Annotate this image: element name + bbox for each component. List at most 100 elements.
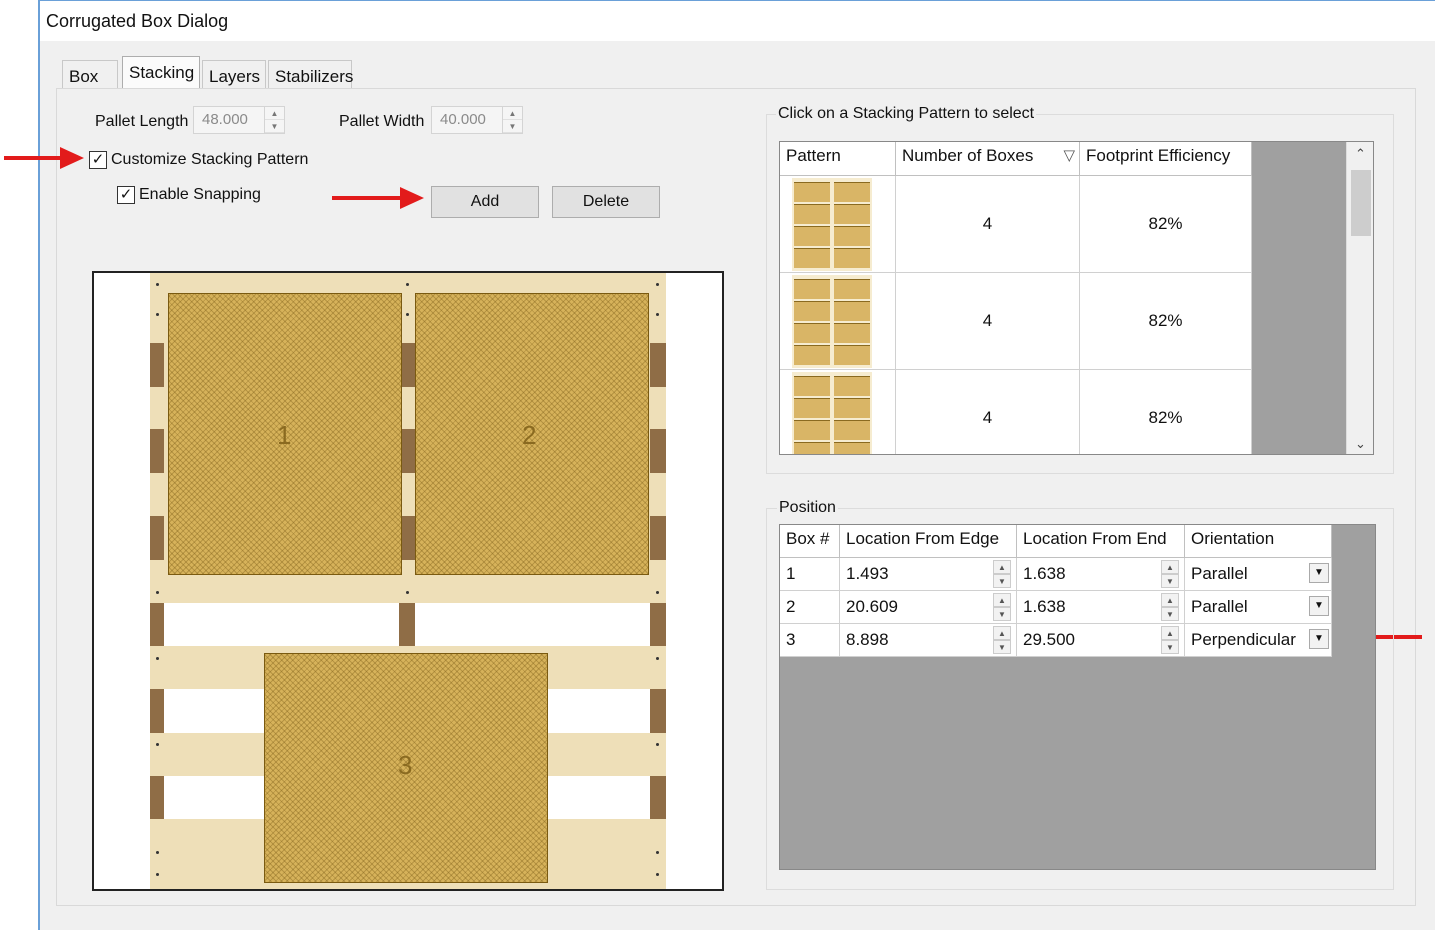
- check-icon: ✓: [119, 186, 133, 203]
- location-from-end-column-header[interactable]: Location From End: [1017, 525, 1185, 558]
- efficiency-cell[interactable]: 82%: [1080, 370, 1252, 454]
- snapping-label: Enable Snapping: [139, 186, 261, 203]
- nail: [656, 283, 659, 286]
- nail: [656, 591, 659, 594]
- tab-box[interactable]: Box: [62, 60, 118, 90]
- pallet-stringer: [650, 343, 666, 387]
- chevron-down-icon[interactable]: ▼: [1309, 596, 1329, 616]
- chevron-down-icon[interactable]: ▼: [1309, 563, 1329, 583]
- location-from-end-cell[interactable]: 29.500 ▲ ▼: [1017, 624, 1185, 657]
- add-button[interactable]: Add: [431, 186, 539, 218]
- red-arrow-icon: [4, 147, 84, 169]
- red-arrow-icon: [332, 187, 424, 209]
- nail: [156, 851, 159, 854]
- nail: [656, 743, 659, 746]
- pattern-thumbnail[interactable]: [780, 370, 896, 454]
- pattern-grid[interactable]: Pattern Number of Boxes ▽ Footprint Effi…: [779, 141, 1374, 455]
- nail: [156, 313, 159, 316]
- nail: [156, 743, 159, 746]
- pallet-stringer: [650, 689, 666, 733]
- pallet-stringer: [650, 603, 666, 646]
- pattern-column-header[interactable]: Pattern: [780, 142, 896, 176]
- stacking-pattern-group-title: Click on a Stacking Pattern to select: [776, 105, 1037, 123]
- box-number-cell: 3: [780, 624, 840, 657]
- orientation-select[interactable]: Parallel ▼: [1185, 558, 1332, 591]
- position-grid[interactable]: Box # Location From Edge Location From E…: [779, 524, 1376, 870]
- num-boxes-cell[interactable]: 4: [896, 176, 1080, 273]
- num-boxes-cell[interactable]: 4: [896, 370, 1080, 454]
- location-from-edge-cell[interactable]: 1.493 ▲ ▼: [840, 558, 1017, 591]
- nail: [156, 873, 159, 876]
- location-from-edge-cell[interactable]: 20.609 ▲ ▼: [840, 591, 1017, 624]
- pallet-stringer: [150, 429, 164, 473]
- nail: [656, 873, 659, 876]
- sort-triangle-icon: ▽: [1063, 147, 1075, 164]
- pallet-stringer: [150, 603, 164, 646]
- number-of-boxes-column-header[interactable]: Number of Boxes ▽: [896, 142, 1080, 176]
- location-from-edge-column-header[interactable]: Location From Edge: [840, 525, 1017, 558]
- end-stepper[interactable]: ▲ ▼: [1161, 560, 1179, 588]
- pattern-thumbnail[interactable]: [780, 176, 896, 273]
- pallet-stringer: [150, 343, 164, 387]
- pallet-width-field[interactable]: 40.000 ▲ ▼: [431, 106, 523, 134]
- box-number-column-header[interactable]: Box #: [780, 525, 840, 558]
- location-from-end-cell[interactable]: 1.638 ▲ ▼: [1017, 591, 1185, 624]
- pallet-stringer: [150, 516, 164, 560]
- customize-label: Customize Stacking Pattern: [111, 151, 309, 168]
- position-group-title: Position: [777, 499, 838, 517]
- box-1[interactable]: 1: [168, 293, 402, 575]
- edge-stepper[interactable]: ▲ ▼: [993, 560, 1011, 588]
- orientation-column-header[interactable]: Orientation: [1185, 525, 1332, 558]
- pallet-preview[interactable]: 1 2 3: [92, 271, 724, 891]
- orientation-select[interactable]: Parallel ▼: [1185, 591, 1332, 624]
- pallet-width-label: Pallet Width: [339, 113, 425, 130]
- nail: [156, 591, 159, 594]
- pallet-length-stepper[interactable]: ▲ ▼: [264, 107, 284, 133]
- footprint-efficiency-column-header[interactable]: Footprint Efficiency: [1080, 142, 1252, 176]
- tab-layers[interactable]: Layers: [202, 60, 266, 90]
- customize-checkbox[interactable]: ✓: [89, 151, 107, 169]
- chevron-down-icon[interactable]: ⌄: [1347, 436, 1373, 452]
- chevron-up-icon[interactable]: ⌃: [1347, 146, 1373, 162]
- efficiency-cell[interactable]: 82%: [1080, 176, 1252, 273]
- pallet-stringer: [399, 603, 415, 646]
- check-icon: ✓: [91, 151, 105, 168]
- edge-stepper[interactable]: ▲ ▼: [993, 626, 1011, 654]
- chevron-down-icon[interactable]: ▼: [1309, 629, 1329, 649]
- efficiency-cell[interactable]: 82%: [1080, 273, 1252, 370]
- nail: [656, 657, 659, 660]
- title-bar: Corrugated Box Dialog: [40, 1, 1435, 41]
- box-2[interactable]: 2: [415, 293, 649, 575]
- pallet-length-label: Pallet Length: [95, 113, 189, 130]
- pallet-stringer: [650, 516, 666, 560]
- nail: [156, 657, 159, 660]
- end-stepper[interactable]: ▲ ▼: [1161, 626, 1179, 654]
- nail: [406, 591, 409, 594]
- scrollbar-thumb[interactable]: [1351, 170, 1371, 236]
- nail: [406, 283, 409, 286]
- nail: [406, 313, 409, 316]
- snapping-checkbox[interactable]: ✓: [117, 186, 135, 204]
- orientation-select[interactable]: Perpendicular ▼: [1185, 624, 1332, 657]
- delete-button[interactable]: Delete: [552, 186, 660, 218]
- num-boxes-cell[interactable]: 4: [896, 273, 1080, 370]
- pallet-stringer: [650, 776, 666, 819]
- tab-stabilizers[interactable]: Stabilizers: [268, 60, 353, 90]
- pattern-thumbnail[interactable]: [780, 273, 896, 370]
- pallet-length-field[interactable]: 48.000 ▲ ▼: [193, 106, 285, 134]
- pallet-width-stepper[interactable]: ▲ ▼: [502, 107, 522, 133]
- pallet-stringer: [650, 429, 666, 473]
- tab-stacking[interactable]: Stacking: [122, 56, 200, 90]
- location-from-end-cell[interactable]: 1.638 ▲ ▼: [1017, 558, 1185, 591]
- location-from-edge-cell[interactable]: 8.898 ▲ ▼: [840, 624, 1017, 657]
- end-stepper[interactable]: ▲ ▼: [1161, 593, 1179, 621]
- box-3[interactable]: 3: [264, 653, 548, 883]
- window-title: Corrugated Box Dialog: [46, 11, 229, 31]
- pallet-stringer: [150, 776, 164, 819]
- nail: [656, 851, 659, 854]
- edge-stepper[interactable]: ▲ ▼: [993, 593, 1011, 621]
- pattern-grid-scrollbar[interactable]: ⌃ ⌄: [1346, 142, 1373, 454]
- box-number-cell: 2: [780, 591, 840, 624]
- nail: [156, 283, 159, 286]
- pallet-stringer: [150, 689, 164, 733]
